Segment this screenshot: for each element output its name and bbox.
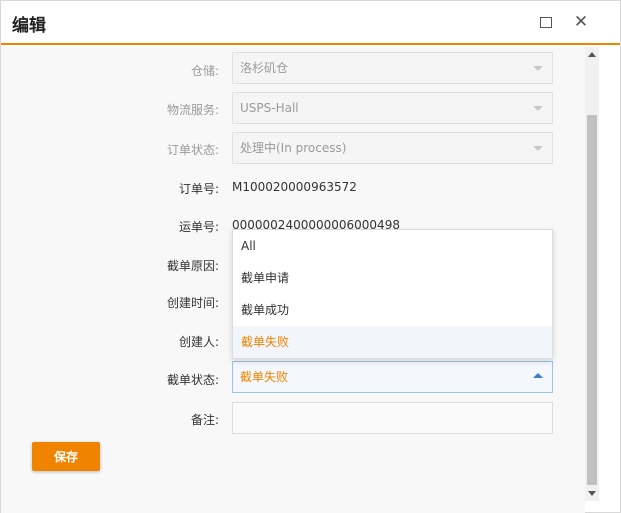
logistics-select: USPS-Hall bbox=[232, 92, 553, 124]
dropdown-option-intercept-request[interactable]: 截单申请 bbox=[233, 262, 552, 294]
creator-label: 创建人: bbox=[178, 335, 219, 349]
vertical-scrollbar[interactable] bbox=[585, 47, 599, 501]
scroll-thumb[interactable] bbox=[587, 115, 597, 485]
maximize-icon[interactable] bbox=[537, 13, 555, 31]
logistics-value: USPS-Hall bbox=[240, 101, 299, 115]
dropdown-option-intercept-failed[interactable]: 截单失败 bbox=[233, 326, 552, 358]
edit-dialog: 编辑 ✕ 仓储: 洛杉矶仓 物流服务: USPS-Hall 订单状态: 处理中(… bbox=[0, 0, 621, 513]
chevron-down-icon bbox=[533, 106, 543, 111]
save-button[interactable]: 保存 bbox=[32, 442, 100, 471]
intercept-reason-label: 截单原因: bbox=[166, 259, 219, 273]
remark-input[interactable] bbox=[232, 402, 553, 434]
warehouse-label: 仓储: bbox=[190, 64, 219, 78]
order-no-value: M100020000963572 bbox=[232, 180, 357, 194]
dialog-title: 编辑 bbox=[12, 16, 46, 36]
close-icon[interactable]: ✕ bbox=[572, 13, 590, 31]
intercept-status-select[interactable]: 截单失败 bbox=[232, 361, 553, 393]
dialog-titlebar: 编辑 ✕ bbox=[1, 1, 620, 45]
warehouse-select: 洛杉矶仓 bbox=[232, 52, 553, 84]
intercept-status-value: 截单失败 bbox=[240, 370, 289, 384]
remark-label: 备注: bbox=[190, 413, 219, 427]
order-status-select: 处理中(In process) bbox=[232, 132, 553, 164]
chevron-up-icon[interactable] bbox=[533, 373, 543, 378]
tracking-no-label: 运单号: bbox=[178, 220, 219, 234]
dropdown-option-intercept-success[interactable]: 截单成功 bbox=[233, 294, 552, 326]
warehouse-value: 洛杉矶仓 bbox=[240, 61, 289, 75]
created-time-label: 创建时间: bbox=[166, 296, 219, 310]
order-status-value: 处理中(In process) bbox=[240, 141, 347, 155]
intercept-status-dropdown: All 截单申请 截单成功 截单失败 bbox=[232, 229, 553, 359]
order-status-label: 订单状态: bbox=[166, 143, 219, 157]
chevron-down-icon bbox=[533, 66, 543, 71]
dropdown-option-all[interactable]: All bbox=[233, 230, 552, 262]
chevron-down-icon bbox=[533, 146, 543, 151]
scroll-down-icon[interactable] bbox=[588, 491, 596, 496]
logistics-label: 物流服务: bbox=[166, 103, 219, 117]
order-no-label: 订单号: bbox=[178, 182, 219, 196]
intercept-status-label: 截单状态: bbox=[166, 373, 219, 387]
scroll-up-icon[interactable] bbox=[588, 52, 596, 57]
